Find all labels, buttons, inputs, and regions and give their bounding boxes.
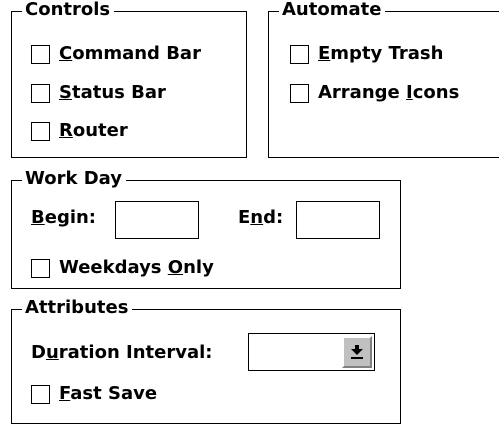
duration-interval-select[interactable] xyxy=(248,333,375,371)
work-day-group: Work Day Begin: End: Weekdays Only xyxy=(11,168,401,289)
router-label: Router xyxy=(59,120,128,141)
command-bar-checkbox[interactable] xyxy=(31,44,50,64)
empty-trash-checkbox[interactable] xyxy=(290,44,309,64)
router-checkbox-row[interactable]: Router xyxy=(31,120,128,142)
router-checkbox[interactable] xyxy=(31,121,50,141)
fast-save-checkbox[interactable] xyxy=(31,384,50,404)
weekdays-only-label: Weekdays Only xyxy=(59,257,214,278)
arrange-icons-label: Arrange Icons xyxy=(318,82,460,103)
arrange-icons-checkbox-row[interactable]: Arrange Icons xyxy=(290,82,459,104)
command-bar-checkbox-row[interactable]: Command Bar xyxy=(31,43,201,65)
automate-group-title: Automate xyxy=(279,0,386,21)
arrow-down-to-bar-icon xyxy=(351,345,363,359)
empty-trash-checkbox-row[interactable]: Empty Trash xyxy=(290,43,443,65)
attributes-group: Attributes Duration Interval: Fast Save xyxy=(11,297,401,424)
status-bar-checkbox[interactable] xyxy=(31,83,50,103)
controls-group-title: Controls xyxy=(22,0,115,21)
automate-group: Automate Empty Trash Arrange Icons xyxy=(268,0,499,158)
weekdays-only-checkbox-row[interactable]: Weekdays Only xyxy=(31,257,214,279)
status-bar-checkbox-row[interactable]: Status Bar xyxy=(31,82,166,104)
controls-group: Controls Command Bar Status Bar Router xyxy=(11,0,247,158)
end-input[interactable] xyxy=(296,201,380,239)
begin-label: Begin: xyxy=(31,207,97,228)
dropdown-button[interactable] xyxy=(342,336,372,368)
fast-save-label: Fast Save xyxy=(59,383,158,404)
attributes-group-title: Attributes xyxy=(22,297,133,319)
fast-save-checkbox-row[interactable]: Fast Save xyxy=(31,383,157,405)
status-bar-label: Status Bar xyxy=(59,82,166,103)
begin-input[interactable] xyxy=(115,201,199,239)
arrange-icons-checkbox[interactable] xyxy=(290,83,309,103)
command-bar-label: Command Bar xyxy=(59,43,201,64)
work-day-group-title: Work Day xyxy=(22,168,126,190)
end-label: End: xyxy=(238,207,284,228)
empty-trash-label: Empty Trash xyxy=(318,43,444,64)
duration-interval-label: Duration Interval: xyxy=(31,342,213,363)
weekdays-only-checkbox[interactable] xyxy=(31,258,50,278)
